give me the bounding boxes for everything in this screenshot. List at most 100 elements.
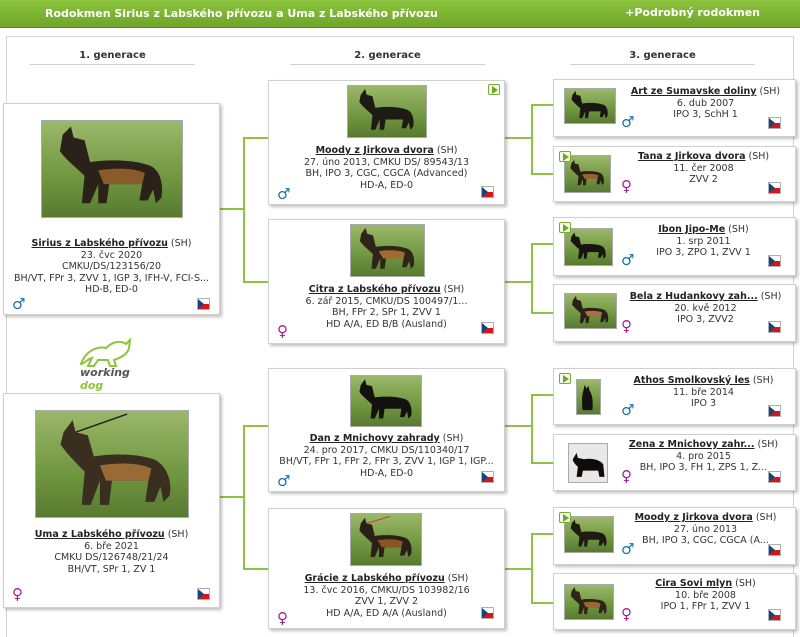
video-icon[interactable] <box>559 222 571 233</box>
detailed-pedigree-link[interactable]: +Podrobný rodokmen <box>625 6 760 19</box>
dog-info-line: ZVV 1, ZVV 2 <box>354 596 419 607</box>
dog-name-link[interactable]: Ibon Jipo-Me <box>658 224 725 235</box>
czech-flag-icon <box>481 322 494 334</box>
connector <box>505 568 532 570</box>
dog-photo[interactable] <box>35 410 189 518</box>
dog-name-link[interactable]: Sirius z Labského přívozu <box>32 238 168 249</box>
video-icon[interactable] <box>488 84 500 95</box>
connector <box>243 137 268 139</box>
connector <box>505 281 532 283</box>
dog-name-link[interactable]: Tana z Jirkova dvora <box>638 151 746 162</box>
female-icon: ♀ <box>621 467 632 485</box>
connector <box>531 394 533 463</box>
connector <box>531 533 553 535</box>
breed-code: (SH) <box>444 573 469 584</box>
dog-name-link[interactable]: Cira Sovi mlyn <box>655 578 732 589</box>
gen1-label: 1. generace <box>30 50 195 65</box>
dog-photo[interactable] <box>350 224 425 277</box>
dog-photo[interactable] <box>564 88 616 124</box>
connector <box>243 281 268 283</box>
breed-code: (SH) <box>756 86 781 97</box>
pedigree-card-dam[interactable]: Uma z Labského přívozu (SH) 6. bře 2021 … <box>3 393 220 608</box>
dog-info-line: IPO 1, FPr 1, ZVV 1 <box>660 601 751 612</box>
dog-info-line: 20. kvě 2012 <box>674 302 737 314</box>
pedigree-card-gen3[interactable]: Moody z Jirkova dvora (SH) 27. úno 2013 … <box>553 507 796 565</box>
dog-info-line: 6. dub 2007 <box>676 97 735 109</box>
dog-name-link[interactable]: Moody z Jirkova dvora <box>316 145 434 156</box>
connector <box>531 312 553 314</box>
dog-info-line: 11. bře 2014 <box>673 386 734 398</box>
dog-info-line: BH, IPO 3, FH 1, ZPS 1, Z... <box>639 462 768 473</box>
dog-info-line: HD A/A, ED A/A (Ausland) <box>326 607 447 619</box>
dog-info-line: 4. pro 2015 <box>676 450 731 462</box>
dog-photo[interactable] <box>564 516 614 553</box>
connector <box>531 243 553 245</box>
working-dog-logo: working dog <box>76 336 156 392</box>
czech-flag-icon <box>197 298 210 310</box>
male-icon: ♂ <box>277 185 291 203</box>
dog-photo[interactable] <box>564 228 613 266</box>
pedigree-card-gen3[interactable]: Ibon Jipo-Me (SH) 1. srp 2011 IPO 3, ZPO… <box>553 217 796 276</box>
video-icon[interactable] <box>559 373 571 384</box>
breed-code: (SH) <box>164 529 189 540</box>
female-icon: ♀ <box>621 177 632 195</box>
video-icon[interactable] <box>559 512 571 523</box>
connector <box>505 137 532 139</box>
dog-info-line: 11. čer 2008 <box>673 162 734 174</box>
dog-photo[interactable] <box>350 375 422 427</box>
dog-photo[interactable] <box>41 120 183 218</box>
dog-info-line: BH, IPO 3, CGC, CGCA (Advanced) <box>305 168 468 179</box>
dog-photo[interactable] <box>564 293 617 329</box>
dog-name-link[interactable]: Athos Smolkovský les <box>634 375 750 386</box>
dog-info-line: 23. čvc 2020 <box>80 249 143 261</box>
page-title: Rodokmen Sirius z Labského přívozu a Uma… <box>45 7 438 20</box>
pedigree-card-sire[interactable]: Sirius z Labského přívozu (SH) 23. čvc 2… <box>3 103 220 315</box>
connector <box>531 394 553 396</box>
video-icon[interactable] <box>559 151 571 162</box>
dog-info-line: BH, FPr 2, SPr 1, ZVV 1 <box>332 307 441 318</box>
dog-name-link[interactable]: Dan z Mnichovy zahrady <box>310 433 440 444</box>
dog-photo[interactable] <box>347 85 427 138</box>
dog-photo[interactable] <box>564 155 611 193</box>
dog-info-line: HD-A, ED-0 <box>359 467 413 479</box>
male-icon: ♂ <box>621 540 635 558</box>
connector <box>220 496 244 498</box>
pedigree-card-gen3[interactable]: Bela z Hudankovy zah... (SH) 20. kvě 201… <box>553 284 796 342</box>
pedigree-card-gen3[interactable]: Tana z Jirkova dvora (SH) 11. čer 2008 Z… <box>553 146 796 202</box>
dog-info-line: HD A/A, ED B/B (Ausland) <box>326 318 447 330</box>
dog-name-link[interactable]: Bela z Hudankovy zah... <box>630 291 758 302</box>
connector <box>531 104 553 106</box>
dog-photo[interactable] <box>350 513 422 566</box>
dog-name-link[interactable]: Art ze Sumavske doliny <box>631 86 757 97</box>
pedigree-card-sire-sire[interactable]: Moody z Jirkova dvora (SH) 27. úno 2013,… <box>268 80 505 205</box>
dog-name-link[interactable]: Moody z Jirkova dvora <box>635 512 753 523</box>
dog-info-line: BH/VT, FPr 1, FPr 2, FPr 3, ZVV 1, IGP 1… <box>279 456 494 467</box>
dog-info-line: CMKU DS/126748/21/24 <box>54 552 169 563</box>
logo-word-working: working <box>80 366 130 379</box>
dog-name-link[interactable]: Zena z Mnichovy zahr... <box>629 439 755 450</box>
pedigree-card-sire-dam[interactable]: Citra z Labského přívozu (SH) 6. zář 201… <box>268 219 505 344</box>
pedigree-card-dam-sire[interactable]: Dan z Mnichovy zahrady (SH) 24. pro 2017… <box>268 368 505 492</box>
dog-name-link[interactable]: Uma z Labského přívozu <box>35 529 165 540</box>
breed-code: (SH) <box>749 375 774 386</box>
female-icon: ♀ <box>277 609 288 627</box>
pedigree-card-dam-dam[interactable]: Grácie z Labského přívozu (SH) 13. čvc 2… <box>268 508 505 629</box>
connector <box>531 602 553 604</box>
female-icon: ♀ <box>12 585 23 603</box>
dog-name-link[interactable]: Citra z Labského přívozu <box>309 284 441 295</box>
page-header: Rodokmen Sirius z Labského přívozu a Uma… <box>0 0 800 28</box>
breed-code: (SH) <box>754 439 779 450</box>
dog-photo[interactable] <box>576 379 601 415</box>
dog-photo[interactable] <box>564 584 614 620</box>
connector <box>505 425 532 427</box>
pedigree-card-gen3[interactable]: Zena z Mnichovy zahr... (SH) 4. pro 2015… <box>553 434 796 491</box>
pedigree-card-gen3[interactable]: Cira Sovi mlyn (SH) 10. bře 2008 IPO 1, … <box>553 573 796 630</box>
czech-flag-icon <box>768 471 781 483</box>
dog-photo[interactable] <box>568 443 608 483</box>
male-icon: ♂ <box>621 113 635 131</box>
breed-code: (SH) <box>433 145 458 156</box>
dog-name-link[interactable]: Grácie z Labského přívozu <box>305 573 445 584</box>
pedigree-card-gen3[interactable]: Athos Smolkovský les (SH) 11. bře 2014 I… <box>553 368 796 425</box>
pedigree-card-gen3[interactable]: Art ze Sumavske doliny (SH) 6. dub 2007 … <box>553 79 796 137</box>
czech-flag-icon <box>481 607 494 619</box>
